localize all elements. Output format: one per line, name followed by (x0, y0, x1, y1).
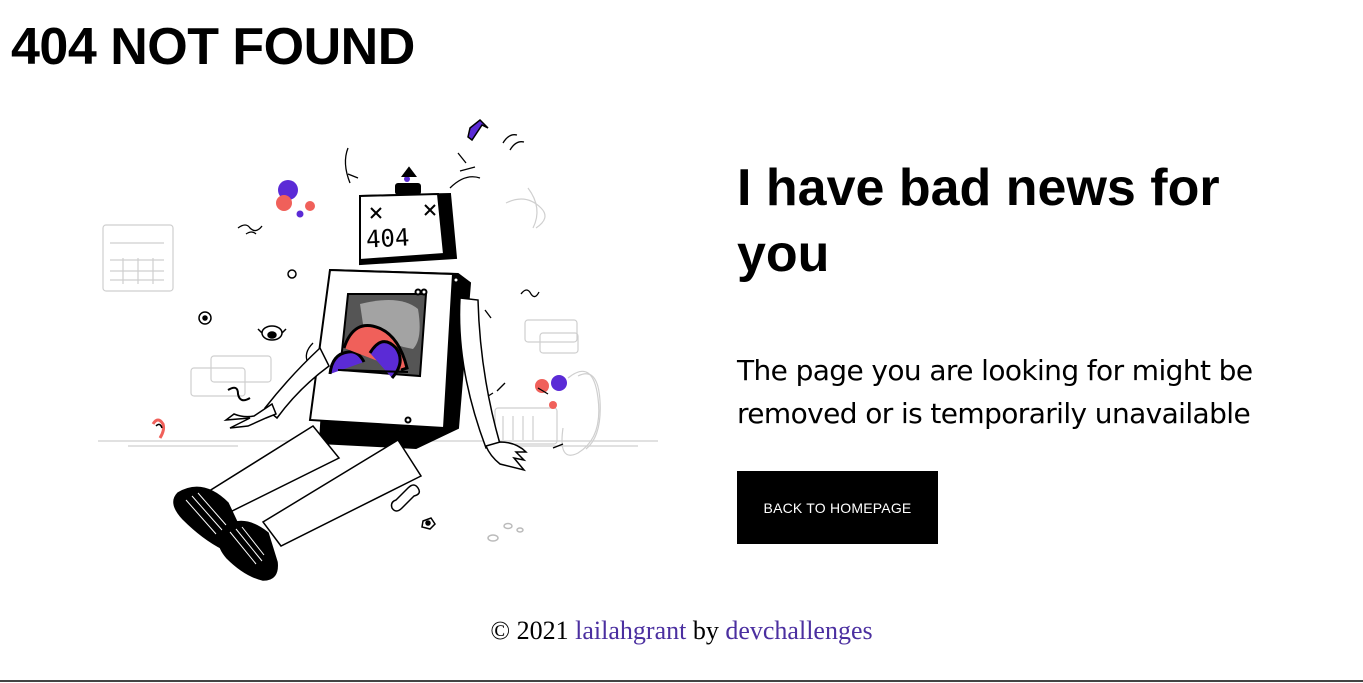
robot-legs (173, 425, 423, 581)
robot-body (308, 268, 472, 450)
footer-platform-link[interactable]: devchallenges (725, 616, 872, 645)
robot-screen-text: 404 (365, 223, 410, 253)
page-title: 404 NOT FOUND (11, 18, 415, 76)
footer-author-link[interactable]: lailahgrant (575, 616, 686, 645)
back-to-homepage-button[interactable]: BACK TO HOMEPAGE (737, 471, 938, 544)
bottom-divider (0, 680, 1363, 682)
footer-by: by (692, 616, 719, 645)
footer-copyright: © 2021 (490, 616, 569, 645)
error-content: I have bad news for you The page you are… (737, 155, 1337, 435)
broken-robot-illustration: 404 (98, 118, 658, 581)
footer: © 2021 lailahgrant by devchallenges (0, 611, 1363, 651)
headline: I have bad news for you (737, 159, 1220, 283)
robot-head: 404 (359, 166, 458, 266)
error-message: The page you are looking for might be re… (737, 354, 1253, 430)
